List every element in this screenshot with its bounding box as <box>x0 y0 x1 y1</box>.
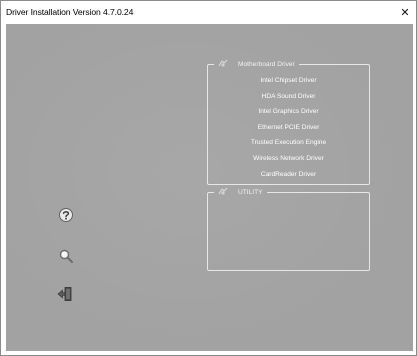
motherboard-driver-group: Motherboard Driver Intel Chipset Driver … <box>207 59 370 185</box>
close-button[interactable]: ✕ <box>394 1 416 23</box>
utility-title: UTILITY <box>238 188 263 196</box>
motherboard-driver-title: Motherboard Driver <box>238 60 295 68</box>
driver-item-ethernet-pcie[interactable]: Ethernet PCIE Driver <box>208 120 369 136</box>
driver-list: Intel Chipset Driver HDA Sound Driver In… <box>208 73 369 182</box>
driver-item-wireless-network[interactable]: Wireless Network Driver <box>208 151 369 167</box>
motherboard-driver-legend: Motherboard Driver <box>214 59 299 69</box>
window-title: Driver Installation Version 4.7.0.24 <box>6 7 134 17</box>
driver-item-intel-chipset[interactable]: Intel Chipset Driver <box>208 73 369 89</box>
utility-legend: UTILITY <box>214 187 267 197</box>
driver-item-hda-sound[interactable]: HDA Sound Driver <box>208 89 369 105</box>
close-icon: ✕ <box>400 6 410 19</box>
installer-icon <box>218 187 228 195</box>
driver-item-trusted-execution[interactable]: Trusted Execution Engine <box>208 135 369 151</box>
search-icon[interactable] <box>58 248 74 264</box>
installer-window: Driver Installation Version 4.7.0.24 ✕ M… <box>0 0 417 356</box>
driver-item-cardreader[interactable]: CardReader Driver <box>208 167 369 183</box>
main-panel: Motherboard Driver Intel Chipset Driver … <box>6 24 413 351</box>
utility-group: UTILITY <box>207 187 370 271</box>
help-icon[interactable] <box>58 207 74 223</box>
title-bar: Driver Installation Version 4.7.0.24 ✕ <box>1 1 416 23</box>
driver-item-intel-graphics[interactable]: Intel Graphics Driver <box>208 104 369 120</box>
installer-icon <box>218 59 228 67</box>
exit-icon[interactable] <box>57 286 73 302</box>
